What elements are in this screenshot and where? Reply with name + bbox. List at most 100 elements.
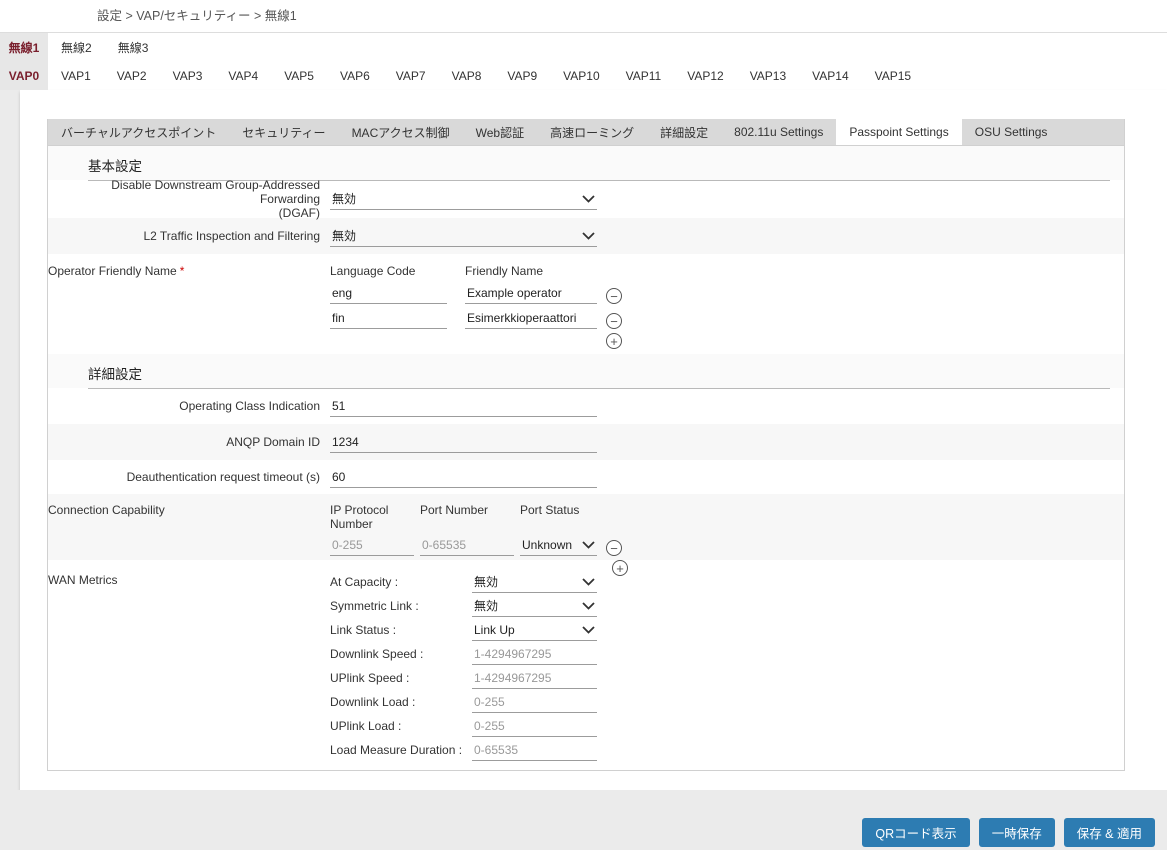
basic-section-header-row: 基本設定 [48, 146, 1124, 180]
downlink-load-input[interactable] [472, 691, 597, 713]
vap-tab-11[interactable]: VAP11 [613, 62, 675, 90]
vap-tab-6[interactable]: VAP6 [327, 62, 383, 90]
tab-security[interactable]: セキュリティー [229, 119, 338, 145]
wan-metrics-label: WAN Metrics [48, 570, 320, 587]
wan-at-capacity-row: At Capacity : 無効 [330, 570, 597, 594]
vap-tab-3[interactable]: VAP3 [160, 62, 216, 90]
vap-tab-1[interactable]: VAP1 [48, 62, 104, 90]
chevron-down-icon [582, 232, 595, 240]
radio-tab-musen1[interactable]: 無線1 [0, 33, 48, 62]
add-row-icon[interactable]: + [612, 560, 628, 576]
main-area: バーチャルアクセスポイント セキュリティー MACアクセス制御 Web認証 高速… [0, 90, 1167, 850]
friendly-name-input-0[interactable] [465, 282, 597, 304]
operator-friendly-name-label-text: Operator Friendly Name [48, 264, 177, 278]
advanced-section-title: 詳細設定 [88, 363, 1110, 389]
vap-tab-9[interactable]: VAP9 [494, 62, 550, 90]
breadcrumb: 設定 > VAP/セキュリティー > 無線1 [0, 0, 1167, 33]
deauth-timeout-label: Deauthentication request timeout (s) [48, 460, 320, 494]
settings-tab-bar: バーチャルアクセスポイント セキュリティー MACアクセス制御 Web認証 高速… [48, 119, 1124, 146]
temp-save-button[interactable]: 一時保存 [979, 818, 1055, 847]
vap-tab-7[interactable]: VAP7 [383, 62, 439, 90]
vap-tab-10[interactable]: VAP10 [550, 62, 612, 90]
at-capacity-select[interactable]: 無効 [472, 571, 597, 593]
remove-row-icon[interactable]: − [606, 288, 622, 304]
port-status-select[interactable]: Unknown [520, 534, 597, 556]
dgaf-row: Disable Downstream Group-Addressed Forwa… [48, 180, 1124, 218]
l2-filtering-select-value: 無効 [332, 227, 356, 244]
tab-80211u-settings[interactable]: 802.11u Settings [721, 119, 836, 145]
radio-tab-musen3[interactable]: 無線3 [105, 33, 162, 62]
tab-passpoint-settings[interactable]: Passpoint Settings [836, 119, 961, 145]
wan-metrics-row: WAN Metrics At Capacity : 無効 Symmetric L… [48, 560, 1124, 770]
connection-capability-row: Connection Capability IP Protocol Number… [48, 494, 1124, 560]
vap-tab-2[interactable]: VAP2 [104, 62, 160, 90]
downlink-load-label: Downlink Load : [330, 695, 472, 709]
remove-row-icon[interactable]: − [606, 540, 622, 556]
wan-load-measure-row: Load Measure Duration : [330, 738, 597, 762]
vap-tab-14[interactable]: VAP14 [799, 62, 861, 90]
downlink-speed-input[interactable] [472, 643, 597, 665]
vap-tab-15[interactable]: VAP15 [862, 62, 924, 90]
radio-tab-musen2[interactable]: 無線2 [48, 33, 105, 62]
operating-class-input[interactable] [330, 395, 597, 417]
ip-protocol-input[interactable] [330, 534, 414, 556]
wan-downlink-load-row: Downlink Load : [330, 690, 597, 714]
uplink-speed-input[interactable] [472, 667, 597, 689]
vap-tab-0[interactable]: VAP0 [0, 62, 48, 90]
at-capacity-select-value: 無効 [474, 573, 498, 590]
chevron-down-icon [582, 626, 595, 634]
symmetric-link-select[interactable]: 無効 [472, 595, 597, 617]
l2-filtering-select[interactable]: 無効 [330, 225, 597, 247]
required-asterisk: * [180, 264, 185, 278]
operator-friendly-name-row: Operator Friendly Name* Language Code Fr… [48, 254, 1124, 354]
advanced-section-header-row: 詳細設定 [48, 354, 1124, 388]
vap-tab-13[interactable]: VAP13 [737, 62, 799, 90]
wan-link-status-row: Link Status : Link Up [330, 618, 597, 642]
tab-virtual-access-point[interactable]: バーチャルアクセスポイント [48, 119, 229, 145]
operating-class-row: Operating Class Indication [48, 388, 1124, 424]
port-number-input[interactable] [420, 534, 514, 556]
add-row-icon[interactable]: + [606, 333, 622, 349]
friendly-name-column-header: Friendly Name [465, 264, 543, 278]
wan-uplink-speed-row: UPlink Speed : [330, 666, 597, 690]
dgaf-select[interactable]: 無効 [330, 188, 597, 210]
ip-protocol-column-header: IP Protocol Number [330, 503, 420, 531]
operator-friendly-name-label: Operator Friendly Name* [48, 264, 320, 278]
port-status-column-header: Port Status [520, 503, 579, 531]
wan-uplink-load-row: UPlink Load : [330, 714, 597, 738]
uplink-load-input[interactable] [472, 715, 597, 737]
load-measure-duration-label: Load Measure Duration : [330, 743, 472, 757]
tab-mac-access-control[interactable]: MACアクセス制御 [339, 119, 463, 145]
vap-tab-4[interactable]: VAP4 [215, 62, 271, 90]
port-status-select-value: Unknown [522, 538, 572, 552]
dgaf-label: Disable Downstream Group-Addressed Forwa… [48, 180, 320, 218]
anqp-domain-label: ANQP Domain ID [48, 424, 320, 460]
vap-tab-8[interactable]: VAP8 [439, 62, 495, 90]
port-number-column-header: Port Number [420, 503, 520, 531]
vap-tab-5[interactable]: VAP5 [271, 62, 327, 90]
operator-name-row-1: − [330, 307, 622, 329]
load-measure-duration-input[interactable] [472, 739, 597, 761]
vap-tab-12[interactable]: VAP12 [674, 62, 736, 90]
chevron-down-icon [582, 195, 595, 203]
l2-filtering-label: L2 Traffic Inspection and Filtering [48, 218, 320, 254]
remove-row-icon[interactable]: − [606, 313, 622, 329]
wan-symmetric-link-row: Symmetric Link : 無効 [330, 594, 597, 618]
tab-osu-settings[interactable]: OSU Settings [962, 119, 1061, 145]
connection-capability-label: Connection Capability [48, 503, 320, 517]
deauth-timeout-input[interactable] [330, 466, 597, 488]
anqp-domain-input[interactable] [330, 431, 597, 453]
tab-advanced[interactable]: 詳細設定 [647, 119, 721, 145]
link-status-select[interactable]: Link Up [472, 619, 597, 641]
tab-web-auth[interactable]: Web認証 [463, 119, 537, 145]
language-code-input-1[interactable] [330, 307, 447, 329]
save-apply-button[interactable]: 保存 & 適用 [1064, 818, 1155, 847]
language-code-input-0[interactable] [330, 282, 447, 304]
downlink-speed-label: Downlink Speed : [330, 647, 472, 661]
tab-fast-roaming[interactable]: 高速ローミング [537, 119, 647, 145]
friendly-name-input-1[interactable] [465, 307, 597, 329]
qr-code-button[interactable]: QRコード表示 [862, 818, 969, 847]
top-area: 設定 > VAP/セキュリティー > 無線1 無線1 無線2 無線3 VAP0 … [0, 0, 1167, 90]
chevron-down-icon [582, 578, 595, 586]
link-status-select-value: Link Up [474, 623, 515, 637]
